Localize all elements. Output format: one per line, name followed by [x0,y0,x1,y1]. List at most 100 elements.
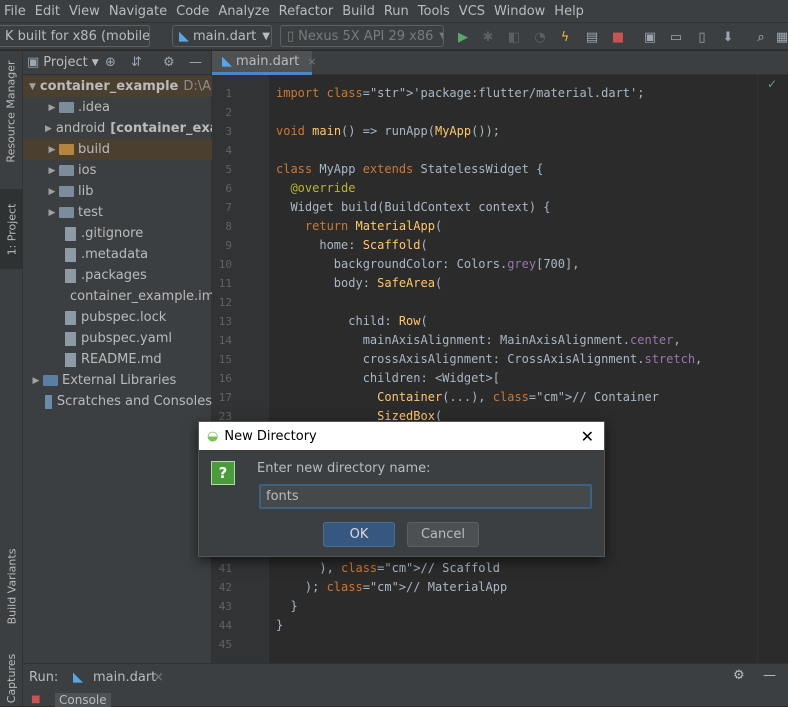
menu-vcs[interactable]: VCS [455,4,485,19]
ok-button[interactable]: OK [323,522,395,547]
menu-bar: File Edit View Navigate Code Analyze Refactor B… [0,0,788,22]
chevron-right-icon[interactable]: ▶ [45,145,59,155]
terminal-icon[interactable]: ▭ [667,28,685,46]
tree-item[interactable]: ▼container_example D:\An [23,76,212,97]
chevron-down-icon[interactable]: ▼ [29,82,36,92]
tree-item-label: build [78,142,110,157]
tree-item[interactable]: .gitignore [23,223,212,244]
line-number: 43 [218,600,232,613]
avd-manager-icon[interactable]: ▯ [693,28,711,46]
sdk-manager-icon[interactable]: ⬇ [719,28,737,46]
tree-item[interactable]: ▶ ios [23,160,212,181]
chevron-right-icon[interactable]: ▶ [45,166,59,176]
captures-tab[interactable]: Captures [0,651,23,706]
tree-item[interactable]: ▶ build [23,139,212,160]
hot-reload-icon[interactable]: ϟ [556,28,574,46]
line-number: 12 [218,296,232,309]
run-config-combo[interactable]: ◣ main.dart ▼ [172,25,272,47]
profile-icon[interactable]: ◔ [531,28,549,46]
tree-item-label: .metadata [81,247,149,262]
run-label: Run: [29,670,59,685]
chevron-right-icon[interactable]: ▶ [45,124,52,134]
folder-icon [59,165,74,176]
tree-item[interactable]: ▶ lib [23,181,212,202]
library-icon [43,375,58,386]
resource-manager-tab[interactable]: Resource Manager [0,51,23,171]
cancel-button[interactable]: Cancel [407,522,479,547]
tree-item[interactable]: ▶ External Libraries [23,370,212,391]
tree-item[interactable]: ▶ android [container_exa [23,118,212,139]
folder-icon [59,207,74,218]
menu-analyze[interactable]: Analyze [214,4,269,19]
tree-item[interactable]: ▶ test [23,202,212,223]
menu-window[interactable]: Window [490,4,545,19]
line-number: 45 [218,638,232,651]
tree-item[interactable]: .metadata [23,244,212,265]
project-view-label[interactable]: Project [43,55,87,70]
run-tab-label[interactable]: main.dart [93,670,156,685]
tree-item[interactable]: ▶ .idea [23,97,212,118]
tree-item[interactable]: .packages [23,265,212,286]
console-tab[interactable]: Console [55,693,111,707]
menu-edit[interactable]: Edit [31,4,60,19]
hot-restart-icon[interactable]: ▤ [583,28,601,46]
coverage-icon[interactable]: ◧ [505,28,523,46]
dialog-title: New Directory [224,428,317,444]
code-line: import class="str">'package:flutter/mate… [276,86,645,100]
project-panel-header: ▣ Project ▼ ⊕ ⇵ ⚙ — [23,51,211,75]
device-combo[interactable]: ▯Nexus 5X API 29 x86▼ [280,25,444,47]
chevron-right-icon[interactable]: ▶ [45,208,59,218]
project-tab[interactable]: 1: Project [0,189,23,269]
project-panel: ▣ Project ▼ ⊕ ⇵ ⚙ — ▼ container_example D:… [23,51,212,663]
search-icon[interactable]: ⌕ [752,28,770,46]
build-variants-tab[interactable]: Build Variants [0,541,23,631]
menu-help[interactable]: Help [550,4,584,19]
line-number: 41 [218,562,232,575]
locate-icon[interactable]: ⊕ [105,55,116,70]
line-number: 5 [225,163,232,176]
project-structure-icon[interactable]: ▣ [641,28,659,46]
tree-item-label: pubspec.lock [81,310,167,325]
close-icon[interactable]: × [153,670,164,685]
check-icon: ✓ [767,77,778,91]
tree-item[interactable]: pubspec.lock [23,307,212,328]
code-line: return MaterialApp( [304,219,443,233]
menu-file[interactable]: File [0,4,26,19]
close-icon[interactable]: × [307,55,316,68]
minimize-icon[interactable]: — [763,668,776,683]
chevron-down-icon[interactable]: ▼ [92,58,99,68]
collapse-icon[interactable]: ⇵ [131,55,142,70]
menu-tools[interactable]: Tools [414,4,450,19]
menu-run[interactable]: Run [380,4,409,19]
menu-code[interactable]: Code [172,4,209,19]
stop-icon[interactable]: ■ [609,28,627,46]
debug-icon[interactable]: ✱ [479,28,497,46]
tree-item[interactable]: README.md [23,349,212,370]
editor-tab-label: main.dart [236,54,300,69]
gear-icon[interactable]: ⚙ [163,55,175,70]
line-number: 9 [225,239,232,252]
chevron-right-icon[interactable]: ▶ [29,376,43,386]
gear-icon[interactable]: ⚙ [733,668,745,683]
stop-icon[interactable]: ■ [31,694,40,705]
menu-navigate[interactable]: Navigate [105,4,167,19]
tab-main-dart[interactable]: ◣ main.dart × [212,51,317,75]
tree-item[interactable]: Scratches and Consoles [23,391,212,412]
menu-refactor[interactable]: Refactor [275,4,334,19]
minimize-icon[interactable]: — [189,55,202,70]
menu-view[interactable]: View [65,4,100,19]
chevron-right-icon[interactable]: ▶ [45,103,59,113]
tree-item[interactable]: container_example.iml [23,286,212,307]
line-number: 11 [218,277,232,290]
close-icon[interactable]: ✕ [581,427,594,446]
directory-name-input[interactable] [259,484,592,509]
settings-icon[interactable]: ▦ [773,28,788,46]
line-number: 3 [225,125,232,138]
line-number: 1 [225,87,232,100]
build-config-combo[interactable]: K built for x86 (mobile)▼ [0,25,150,47]
line-number: 8 [225,220,232,233]
chevron-right-icon[interactable]: ▶ [45,187,59,197]
tree-item[interactable]: pubspec.yaml [23,328,212,349]
menu-build[interactable]: Build [338,4,375,19]
run-icon[interactable]: ▶ [454,28,472,46]
